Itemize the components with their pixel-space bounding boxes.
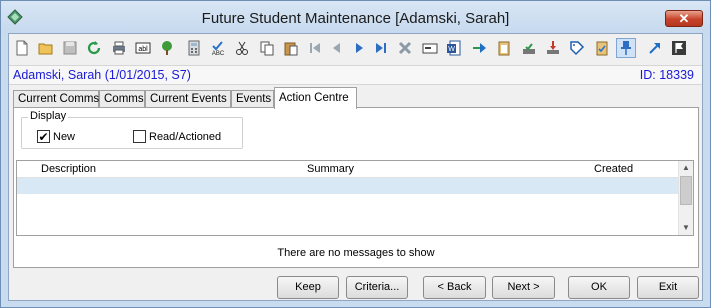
client-area: abl ABC W Adamski, Sarah (1/01/2015, S7)… bbox=[8, 33, 703, 301]
svg-text:abl: abl bbox=[138, 46, 148, 53]
column-created[interactable]: Created bbox=[594, 163, 633, 175]
close-button[interactable]: ✕ bbox=[665, 10, 703, 27]
criteria-button[interactable]: Criteria... bbox=[346, 276, 408, 299]
first-record-icon[interactable] bbox=[305, 38, 325, 58]
refresh-icon[interactable] bbox=[84, 38, 104, 58]
card-icon[interactable] bbox=[420, 38, 440, 58]
delete-icon[interactable] bbox=[395, 38, 415, 58]
scroll-up-icon[interactable]: ▲ bbox=[679, 161, 693, 175]
copy-icon[interactable] bbox=[257, 38, 277, 58]
spellcheck-icon[interactable]: ABC bbox=[208, 38, 228, 58]
calculator-icon[interactable] bbox=[184, 38, 204, 58]
last-record-icon[interactable] bbox=[371, 38, 391, 58]
read-actioned-checkbox-box[interactable] bbox=[133, 130, 146, 143]
svg-text:ABC: ABC bbox=[212, 51, 225, 56]
mail-tray-icon[interactable] bbox=[519, 38, 539, 58]
title-bar[interactable]: Future Student Maintenance [Adamski, Sar… bbox=[1, 1, 710, 33]
ok-button[interactable]: OK bbox=[568, 276, 630, 299]
next-record-icon[interactable] bbox=[349, 38, 369, 58]
messages-grid[interactable]: Description Summary Created ▲ ▼ bbox=[16, 160, 694, 236]
vertical-scrollbar[interactable]: ▲ ▼ bbox=[678, 161, 693, 235]
flag-icon[interactable] bbox=[669, 38, 689, 58]
new-checkbox[interactable]: ✔ New bbox=[37, 130, 75, 143]
keep-button[interactable]: Keep bbox=[277, 276, 339, 299]
tab-events[interactable]: Events bbox=[231, 90, 274, 108]
display-group: Display ✔ New Read/Actioned bbox=[21, 110, 243, 149]
checklist-icon[interactable] bbox=[592, 38, 612, 58]
column-summary[interactable]: Summary bbox=[307, 163, 354, 175]
read-actioned-checkbox-label: Read/Actioned bbox=[149, 130, 222, 143]
tag-icon[interactable] bbox=[567, 38, 587, 58]
student-name: Adamski, Sarah (1/01/2015, S7) bbox=[13, 68, 191, 82]
new-icon[interactable] bbox=[12, 38, 32, 58]
link-arrow-icon[interactable] bbox=[645, 38, 665, 58]
record-info-bar: Adamski, Sarah (1/01/2015, S7) ID: 18339 bbox=[9, 65, 702, 85]
action-centre-panel: Display ✔ New Read/Actioned Description … bbox=[13, 107, 699, 268]
window-title: Future Student Maintenance [Adamski, Sar… bbox=[201, 10, 510, 27]
tab-current-events[interactable]: Current Events bbox=[145, 90, 231, 108]
tab-action-centre[interactable]: Action Centre bbox=[274, 87, 357, 109]
grid-header: Description Summary Created bbox=[17, 161, 679, 178]
tab-comms[interactable]: Comms bbox=[99, 90, 145, 108]
back-button[interactable]: < Back bbox=[423, 276, 486, 299]
empty-message: There are no messages to show bbox=[277, 247, 435, 259]
new-checkbox-label: New bbox=[53, 130, 76, 143]
word-doc-icon[interactable]: W bbox=[444, 38, 464, 58]
svg-text:W: W bbox=[448, 46, 455, 53]
pin-icon[interactable] bbox=[616, 38, 636, 58]
previous-record-icon[interactable] bbox=[327, 38, 347, 58]
scroll-down-icon[interactable]: ▼ bbox=[679, 221, 693, 235]
read-actioned-checkbox[interactable]: Read/Actioned bbox=[133, 130, 221, 143]
selected-row[interactable] bbox=[17, 178, 679, 194]
send-arrow-icon[interactable] bbox=[469, 38, 489, 58]
next-button[interactable]: Next > bbox=[492, 276, 555, 299]
display-group-label: Display bbox=[28, 110, 69, 122]
clipboard-icon[interactable] bbox=[494, 38, 514, 58]
abl-text-icon[interactable]: abl bbox=[133, 38, 153, 58]
download-tray-icon[interactable] bbox=[543, 38, 563, 58]
student-id: ID: 18339 bbox=[639, 68, 694, 82]
open-folder-icon[interactable] bbox=[36, 38, 56, 58]
column-description[interactable]: Description bbox=[41, 163, 96, 175]
print-icon[interactable] bbox=[109, 38, 129, 58]
tab-current-comms[interactable]: Current Comms bbox=[13, 90, 99, 108]
cut-icon[interactable] bbox=[232, 38, 252, 58]
save-icon[interactable] bbox=[60, 38, 80, 58]
tree-icon[interactable] bbox=[157, 38, 177, 58]
toolbar: abl ABC W bbox=[9, 34, 702, 63]
scroll-thumb[interactable] bbox=[680, 176, 692, 205]
new-checkbox-box[interactable]: ✔ bbox=[37, 130, 50, 143]
paste-icon[interactable] bbox=[281, 38, 301, 58]
exit-button[interactable]: Exit bbox=[637, 276, 699, 299]
future-student-maintenance-window: Future Student Maintenance [Adamski, Sar… bbox=[0, 0, 711, 308]
